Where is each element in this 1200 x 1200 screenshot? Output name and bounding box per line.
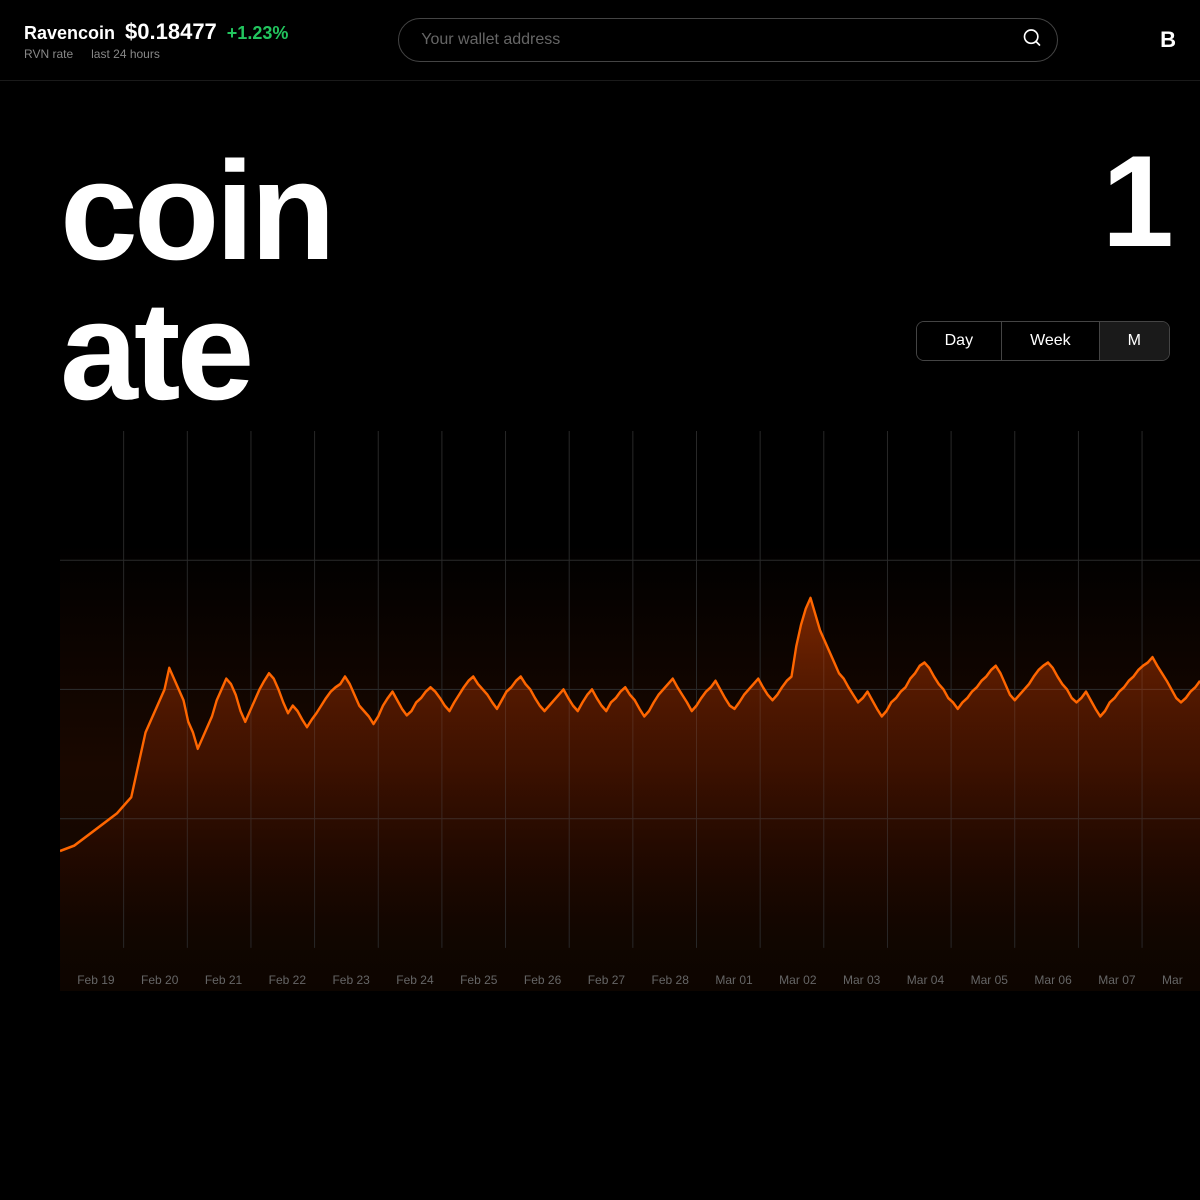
x-label: Mar 04 (907, 973, 944, 987)
x-label: Mar 03 (843, 973, 880, 987)
price-chart (60, 431, 1200, 991)
x-label: Feb 23 (332, 973, 369, 987)
header: Ravencoin $0.18477 +1.23% RVN rate last … (0, 0, 1200, 81)
price-row: Ravencoin $0.18477 +1.23% (24, 19, 288, 45)
logo-name: Ravencoin (24, 23, 115, 44)
search-container (398, 18, 1058, 62)
x-label: Feb 22 (269, 973, 306, 987)
x-label: Feb 25 (460, 973, 497, 987)
chart-area: Feb 19 Feb 20 Feb 21 Feb 22 Feb 23 Feb 2… (60, 431, 1200, 991)
wallet-search-input[interactable] (398, 18, 1058, 62)
x-label: Feb 21 (205, 973, 242, 987)
search-button[interactable] (1022, 28, 1042, 53)
x-label: Mar 02 (779, 973, 816, 987)
x-label: Mar 06 (1034, 973, 1071, 987)
x-label: Feb 26 (524, 973, 561, 987)
x-label: Mar 01 (715, 973, 752, 987)
x-label: Mar 05 (971, 973, 1008, 987)
hero-line2: ate (60, 281, 1200, 421)
search-icon (1022, 28, 1042, 48)
hero-title: coin ate (60, 141, 1200, 421)
price-value: $0.18477 (125, 19, 217, 45)
logo-section: Ravencoin $0.18477 +1.23% RVN rate last … (24, 19, 288, 61)
x-label: Feb 28 (652, 973, 689, 987)
x-label: Feb 24 (396, 973, 433, 987)
nav-initial: B (1160, 27, 1176, 53)
price-change: +1.23% (227, 23, 289, 44)
x-axis: Feb 19 Feb 20 Feb 21 Feb 22 Feb 23 Feb 2… (60, 969, 1200, 991)
hero-section: coin ate 1 Day Week M Miners.com (0, 81, 1200, 1011)
x-label: Feb 20 (141, 973, 178, 987)
x-label: Feb 19 (77, 973, 114, 987)
x-label: Mar (1162, 973, 1183, 987)
price-labels: RVN rate last 24 hours (24, 47, 288, 61)
x-label: Feb 27 (588, 973, 625, 987)
rate-label: RVN rate (24, 47, 73, 61)
hero-line1: coin (60, 141, 1200, 281)
period-label: last 24 hours (91, 47, 160, 61)
x-label: Mar 07 (1098, 973, 1135, 987)
